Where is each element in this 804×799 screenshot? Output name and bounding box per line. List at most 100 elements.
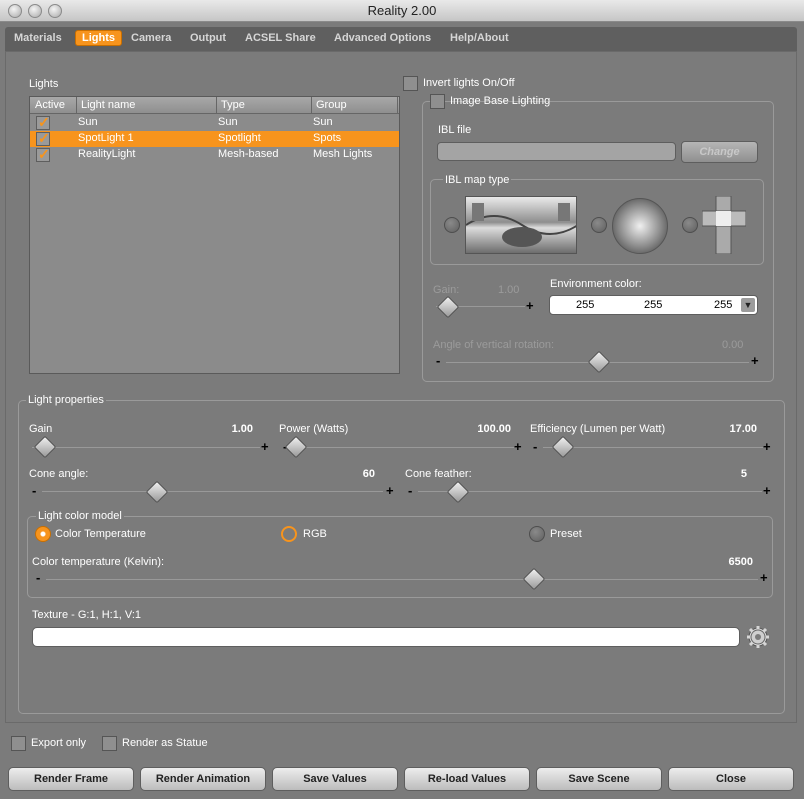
render-as-statue-checkbox[interactable] <box>102 736 117 751</box>
ibl-file-field[interactable] <box>437 142 676 161</box>
color-temperature-radio[interactable] <box>35 526 51 542</box>
table-row[interactable]: Sun Sun Sun <box>30 114 399 131</box>
table-header: Active Light name Type Group <box>30 97 399 114</box>
light-group: Spots <box>313 132 342 144</box>
close-button[interactable]: Close <box>668 767 794 791</box>
angular-map-thumbnail <box>612 198 668 254</box>
window-title: Reality 2.00 <box>367 3 437 18</box>
power-value: 100.00 <box>477 423 511 435</box>
lights-label: Lights <box>29 78 59 90</box>
light-group: Mesh Lights <box>313 148 373 160</box>
env-color-label: Environment color: <box>550 278 642 290</box>
light-type: Sun <box>218 116 238 128</box>
texture-label: Texture - G:1, H:1, V:1 <box>32 609 142 621</box>
tab-acsel-share[interactable]: ACSEL Share <box>245 32 316 44</box>
tab-help-about[interactable]: Help/About <box>450 32 509 44</box>
table-row[interactable]: SpotLight 1 Spotlight Spots <box>30 130 399 147</box>
env-color-field[interactable]: 255 255 255 ▼ <box>549 295 758 315</box>
color-temperature-value: 6500 <box>728 556 753 568</box>
map-type-angular-radio[interactable] <box>591 217 607 233</box>
env-color-dropdown-icon[interactable]: ▼ <box>741 298 755 312</box>
angle-minus-icon[interactable]: - <box>436 353 440 368</box>
active-checkbox[interactable] <box>36 130 50 147</box>
latlong-map-thumbnail <box>465 196 577 254</box>
rgb-option[interactable]: RGB <box>303 528 327 540</box>
color-temperature-option[interactable]: Color Temperature <box>55 528 146 540</box>
efficiency-label: Efficiency (Lumen per Watt) <box>530 423 666 435</box>
efficiency-slider-track[interactable] <box>543 447 763 448</box>
power-plus-icon[interactable]: + <box>514 439 522 454</box>
light-type: Mesh-based <box>218 148 279 160</box>
cone-angle-slider-track[interactable] <box>42 491 383 492</box>
cone-angle-plus-icon[interactable]: + <box>386 483 394 498</box>
render-frame-button[interactable]: Render Frame <box>8 767 134 791</box>
light-name: RealityLight <box>78 148 136 160</box>
ibl-gain-plus-icon[interactable]: + <box>526 298 534 313</box>
reload-values-button[interactable]: Re-load Values <box>404 767 530 791</box>
gain-slider-track[interactable] <box>32 447 260 448</box>
angle-label: Angle of vertical rotation: <box>433 339 555 351</box>
change-button[interactable]: Change <box>681 141 758 163</box>
column-light-name[interactable]: Light name <box>81 99 135 111</box>
angle-plus-icon[interactable]: + <box>751 353 759 368</box>
texture-field[interactable] <box>32 627 740 647</box>
ibl-label: Image Base Lighting <box>450 95 551 107</box>
light-name: Sun <box>78 116 98 128</box>
active-checkbox[interactable] <box>36 146 50 163</box>
efficiency-plus-icon[interactable]: + <box>763 439 771 454</box>
cone-feather-minus-icon[interactable]: - <box>408 483 412 498</box>
ibl-gain-value: 1.00 <box>498 284 520 296</box>
active-checkbox[interactable] <box>36 114 50 131</box>
light-properties-label: Light properties <box>26 394 106 406</box>
export-only-label: Export only <box>31 737 87 749</box>
cone-feather-slider-track[interactable] <box>418 491 762 492</box>
light-color-model-label: Light color model <box>36 510 124 522</box>
gain-plus-icon[interactable]: + <box>261 439 269 454</box>
cone-angle-value: 60 <box>362 468 375 480</box>
color-temperature-minus-icon[interactable]: - <box>36 570 40 585</box>
table-row[interactable]: RealityLight Mesh-based Mesh Lights <box>30 146 399 163</box>
rgb-radio[interactable] <box>281 526 297 542</box>
tab-materials[interactable]: Materials <box>14 32 62 44</box>
tab-camera[interactable]: Camera <box>131 32 171 44</box>
light-type: Spotlight <box>218 132 261 144</box>
color-temperature-plus-icon[interactable]: + <box>760 570 768 585</box>
efficiency-value: 17.00 <box>729 423 757 435</box>
ibl-checkbox[interactable] <box>430 94 445 109</box>
map-type-cross-radio[interactable] <box>682 217 698 233</box>
efficiency-minus-icon[interactable]: - <box>533 439 537 454</box>
tab-lights[interactable]: Lights <box>75 30 122 46</box>
color-temperature-label: Color temperature (Kelvin): <box>32 556 165 568</box>
column-type[interactable]: Type <box>221 99 245 111</box>
column-group[interactable]: Group <box>316 99 347 111</box>
export-only-checkbox[interactable] <box>11 736 26 751</box>
env-color-b: 255 <box>714 299 733 311</box>
render-animation-button[interactable]: Render Animation <box>140 767 266 791</box>
gain-label: Gain <box>29 423 53 435</box>
color-temperature-slider-track[interactable] <box>46 579 758 580</box>
cone-feather-plus-icon[interactable]: + <box>763 483 771 498</box>
cone-feather-value: 5 <box>740 468 747 480</box>
title-bar: Reality 2.00 <box>0 0 804 22</box>
angle-value: 0.00 <box>722 339 744 351</box>
save-scene-button[interactable]: Save Scene <box>536 767 662 791</box>
ibl-map-type-label: IBL map type <box>443 174 512 186</box>
map-type-latlong-radio[interactable] <box>444 217 460 233</box>
column-active[interactable]: Active <box>35 99 65 111</box>
render-as-statue-label: Render as Statue <box>122 737 208 749</box>
invert-lights-checkbox[interactable] <box>403 76 418 91</box>
power-label: Power (Watts) <box>279 423 349 435</box>
power-slider-track[interactable] <box>292 447 514 448</box>
gear-icon[interactable] <box>746 625 770 649</box>
env-color-r: 255 <box>576 299 595 311</box>
cross-map-thumbnail <box>702 196 746 254</box>
preset-option[interactable]: Preset <box>550 528 582 540</box>
cone-angle-label: Cone angle: <box>29 468 89 480</box>
ibl-gain-label: Gain: <box>433 284 460 296</box>
save-values-button[interactable]: Save Values <box>272 767 398 791</box>
cone-feather-label: Cone feather: <box>405 468 472 480</box>
preset-radio[interactable] <box>529 526 545 542</box>
cone-angle-minus-icon[interactable]: - <box>32 483 36 498</box>
tab-output[interactable]: Output <box>190 32 226 44</box>
tab-advanced-options[interactable]: Advanced Options <box>334 32 431 44</box>
